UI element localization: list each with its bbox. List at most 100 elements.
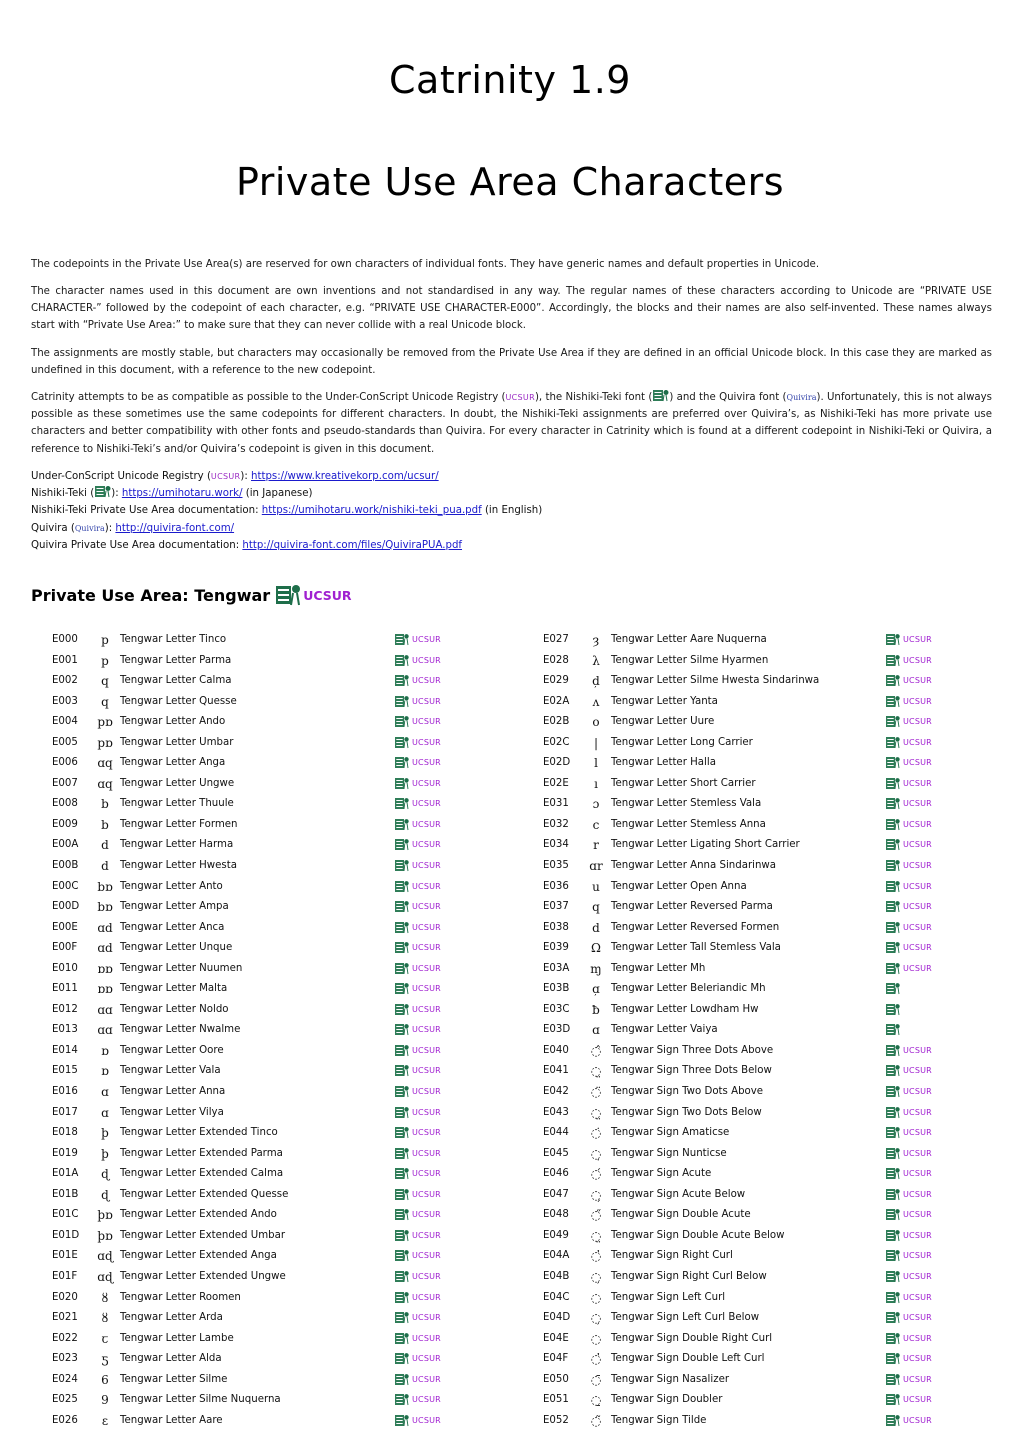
link-line-ucsur: Under-ConScript Unicode Registry (UCSUR)…	[31, 468, 542, 485]
codepoint: E002	[52, 675, 78, 687]
character-name: Tengwar Letter Roomen	[120, 1291, 241, 1303]
ucsur-badge: UCSUR	[903, 1271, 932, 1281]
glyph-sample: ◌̃	[590, 1413, 602, 1428]
ucsur-badge: UCSUR	[903, 1251, 932, 1261]
character-row: E00B d Tengwar Letter Hwesta UCSUR	[52, 856, 512, 877]
codepoint: E008	[52, 798, 78, 810]
ucsur-badge: UCSUR	[412, 1189, 441, 1199]
character-row: E009 b Tengwar Letter Formen UCSUR	[52, 815, 512, 836]
nishiki-teki-icon	[886, 1291, 900, 1303]
nishiki-teki-icon	[886, 983, 900, 995]
nishiki-teki-link[interactable]: https://umihotaru.work/	[122, 488, 243, 499]
font-references: UCSUR	[885, 715, 932, 728]
character-row: E04D ◌̦ Tengwar Sign Left Curl Below UCSUR	[543, 1308, 1003, 1329]
font-references: UCSUR	[885, 818, 932, 831]
character-row: E032 c Tengwar Letter Stemless Anna UCSUR	[543, 815, 1003, 836]
nishiki-teki-icon	[886, 1003, 900, 1015]
nishiki-teki-pua-link[interactable]: https://umihotaru.work/nishiki-teki_pua.…	[262, 505, 482, 516]
character-row: E042 ◌̈ Tengwar Sign Two Dots Above UCSUR	[543, 1082, 1003, 1103]
font-references: UCSUR	[394, 654, 441, 667]
glyph-sample: þɒ	[97, 1208, 113, 1223]
glyph-sample: λ	[592, 653, 600, 668]
character-row: E016 ɑ Tengwar Letter Anna UCSUR	[52, 1082, 512, 1103]
character-row: E047 ◌̗ Tengwar Sign Acute Below UCSUR	[543, 1185, 1003, 1206]
glyph-sample: ɑ	[592, 1023, 600, 1038]
font-references: UCSUR	[394, 1311, 441, 1324]
character-name: Tengwar Letter Arda	[120, 1312, 223, 1324]
nishiki-teki-icon	[886, 634, 900, 646]
character-name: Tengwar Letter Harma	[120, 839, 234, 851]
font-references: UCSUR	[885, 797, 932, 810]
ucsur-badge: UCSUR	[412, 1210, 441, 1220]
glyph-sample: ȣ	[101, 1311, 109, 1326]
character-list-right: E027 ȝ Tengwar Letter Aare Nuquerna UCSUR E0…	[543, 630, 1003, 1431]
nishiki-teki-icon	[886, 1332, 900, 1344]
ucsur-badge: UCSUR	[412, 799, 441, 809]
nishiki-teki-icon	[886, 818, 900, 830]
nishiki-teki-icon	[886, 839, 900, 851]
font-references: UCSUR	[885, 1352, 932, 1365]
codepoint: E032	[543, 818, 569, 830]
font-references: UCSUR	[885, 756, 932, 769]
codepoint: E014	[52, 1044, 78, 1056]
character-name: Tengwar Letter Thuule	[120, 798, 234, 810]
codepoint: E026	[52, 1414, 78, 1426]
codepoint: E050	[543, 1373, 569, 1385]
font-references: UCSUR	[394, 674, 441, 687]
character-name: Tengwar Letter Extended Tinco	[120, 1127, 278, 1139]
ucsur-badge: UCSUR	[412, 635, 441, 644]
intro-paragraph-2: The character names used in this documen…	[31, 286, 992, 332]
ucsur-badge: UCSUR	[412, 922, 441, 932]
character-name: Tengwar Sign Left Curl Below	[611, 1312, 760, 1324]
ucsur-badge: UCSUR	[412, 1025, 441, 1035]
nishiki-teki-icon	[886, 860, 900, 872]
ucsur-link[interactable]: https://www.kreativekorp.com/ucsur/	[251, 471, 439, 482]
link-sep: ):	[111, 488, 122, 500]
ucsur-badge: UCSUR	[903, 1354, 932, 1364]
glyph-sample: bɒ	[97, 879, 113, 894]
character-name: Tengwar Sign Acute Below	[611, 1188, 746, 1200]
character-name: Tengwar Letter Vilya	[120, 1106, 224, 1118]
glyph-sample: ◌̂	[590, 1043, 602, 1058]
font-references	[885, 1003, 900, 1016]
link-line-nishiki: Nishiki-Teki (): https://umihotaru.work/…	[31, 485, 542, 502]
codepoint: E036	[543, 880, 569, 892]
font-references: UCSUR	[394, 695, 441, 708]
character-name: Tengwar Letter Beleriandic Mh	[611, 983, 766, 995]
codepoint: E031	[543, 798, 569, 810]
font-references: UCSUR	[394, 777, 441, 790]
codepoint: E01E	[52, 1250, 78, 1262]
link-line-quivira-pua: Quivira Private Use Area documentation: …	[31, 537, 542, 554]
character-row: E035 ɑr Tengwar Letter Anna Sindarinwa UCSU…	[543, 856, 1003, 877]
character-row: E00F ɑd Tengwar Letter Unque UCSUR	[52, 938, 512, 959]
nishiki-teki-icon	[395, 1003, 409, 1015]
character-name: Tengwar Letter Vaiya	[611, 1024, 718, 1036]
font-references: UCSUR	[394, 1167, 441, 1180]
glyph-sample: ƀ	[592, 1002, 600, 1017]
nishiki-teki-icon	[395, 880, 409, 892]
quivira-link[interactable]: http://quivira-font.com/	[115, 523, 234, 534]
codepoint: E038	[543, 921, 569, 933]
glyph-sample: ɑ	[101, 1085, 109, 1100]
glyph-sample: p	[101, 633, 109, 647]
character-name: Tengwar Letter Anca	[120, 921, 225, 933]
font-references	[885, 1023, 900, 1036]
glyph-sample: ɑq	[97, 756, 113, 771]
character-name: Tengwar Letter Silme Nuquerna	[120, 1394, 281, 1406]
glyph-sample: ◌	[590, 1290, 602, 1305]
ucsur-badge: UCSUR	[903, 676, 932, 686]
character-row: E04A ◌̓ Tengwar Sign Right Curl UCSUR	[543, 1246, 1003, 1267]
character-row: E040 ◌̂ Tengwar Sign Three Dots Above UCSUR	[543, 1041, 1003, 1062]
quivira-pua-link[interactable]: http://quivira-font.com/files/QuiviraPUA…	[242, 540, 462, 551]
character-name: Tengwar Letter Calma	[120, 675, 232, 687]
glyph-sample: ɑ̦	[592, 982, 600, 997]
ucsur-badge: UCSUR	[412, 1066, 441, 1076]
nishiki-teki-icon	[395, 1414, 409, 1426]
codepoint: E028	[543, 654, 569, 666]
character-row: E023 ƽ Tengwar Letter Alda UCSUR	[52, 1349, 512, 1370]
link-line-nishiki-pua: Nishiki-Teki Private Use Area documentat…	[31, 502, 542, 519]
character-name: Tengwar Letter Ampa	[120, 901, 229, 913]
character-row: E005 pɒ Tengwar Letter Umbar UCSUR	[52, 733, 512, 754]
glyph-sample: ◌̦	[590, 1269, 602, 1284]
font-references: UCSUR	[394, 1332, 441, 1345]
